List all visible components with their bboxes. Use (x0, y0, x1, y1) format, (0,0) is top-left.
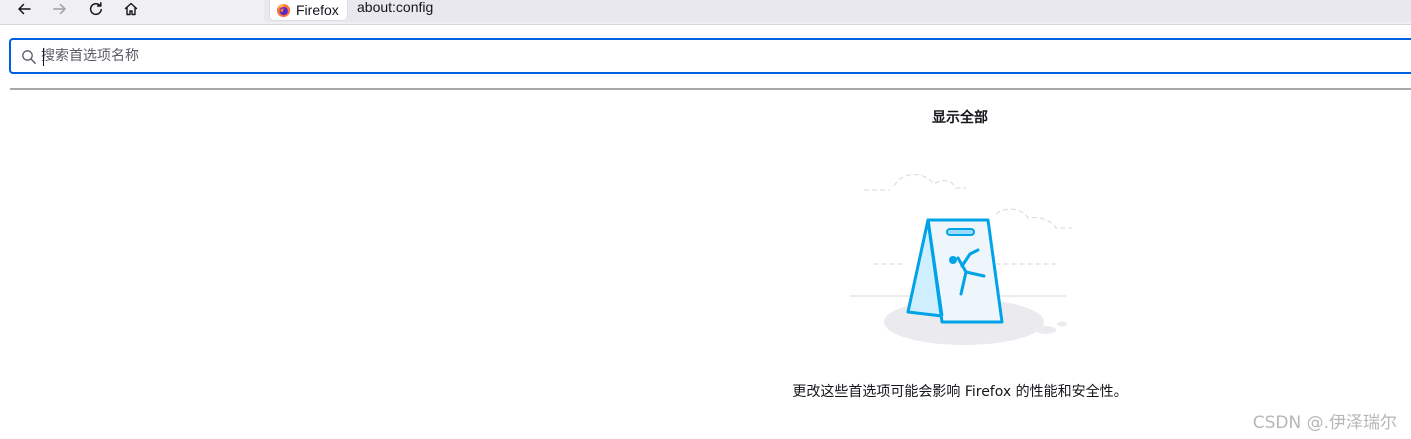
back-button[interactable] (12, 0, 36, 18)
back-arrow-icon (18, 3, 31, 15)
home-icon (124, 2, 138, 16)
forward-arrow-icon (53, 3, 66, 15)
search-container[interactable] (9, 38, 1411, 74)
search-input[interactable] (41, 46, 1341, 66)
navigation-toolbar: Firefox about:config (0, 0, 1411, 24)
home-button[interactable] (119, 0, 143, 18)
url-bar[interactable]: Firefox about:config (264, 0, 1411, 22)
search-icon (22, 50, 36, 64)
firefox-logo-icon (276, 3, 291, 17)
forward-button[interactable] (48, 0, 72, 18)
reload-button[interactable] (84, 0, 108, 18)
watermark: CSDN @.伊泽瑞尔 (1252, 413, 1397, 433)
url-text[interactable]: about:config (357, 0, 433, 16)
show-all-button[interactable]: 显示全部 (910, 107, 1010, 127)
identity-label: Firefox (296, 2, 339, 18)
caution-sign-illustration (850, 174, 1072, 345)
text-caret (43, 48, 44, 66)
reload-icon (89, 2, 102, 16)
content-divider (10, 88, 1411, 90)
toolbar-divider (0, 24, 1411, 25)
warning-text: 更改这些首选项可能会影响 Firefox 的性能和安全性。 (792, 384, 1128, 400)
identity-box[interactable]: Firefox (270, 0, 347, 20)
